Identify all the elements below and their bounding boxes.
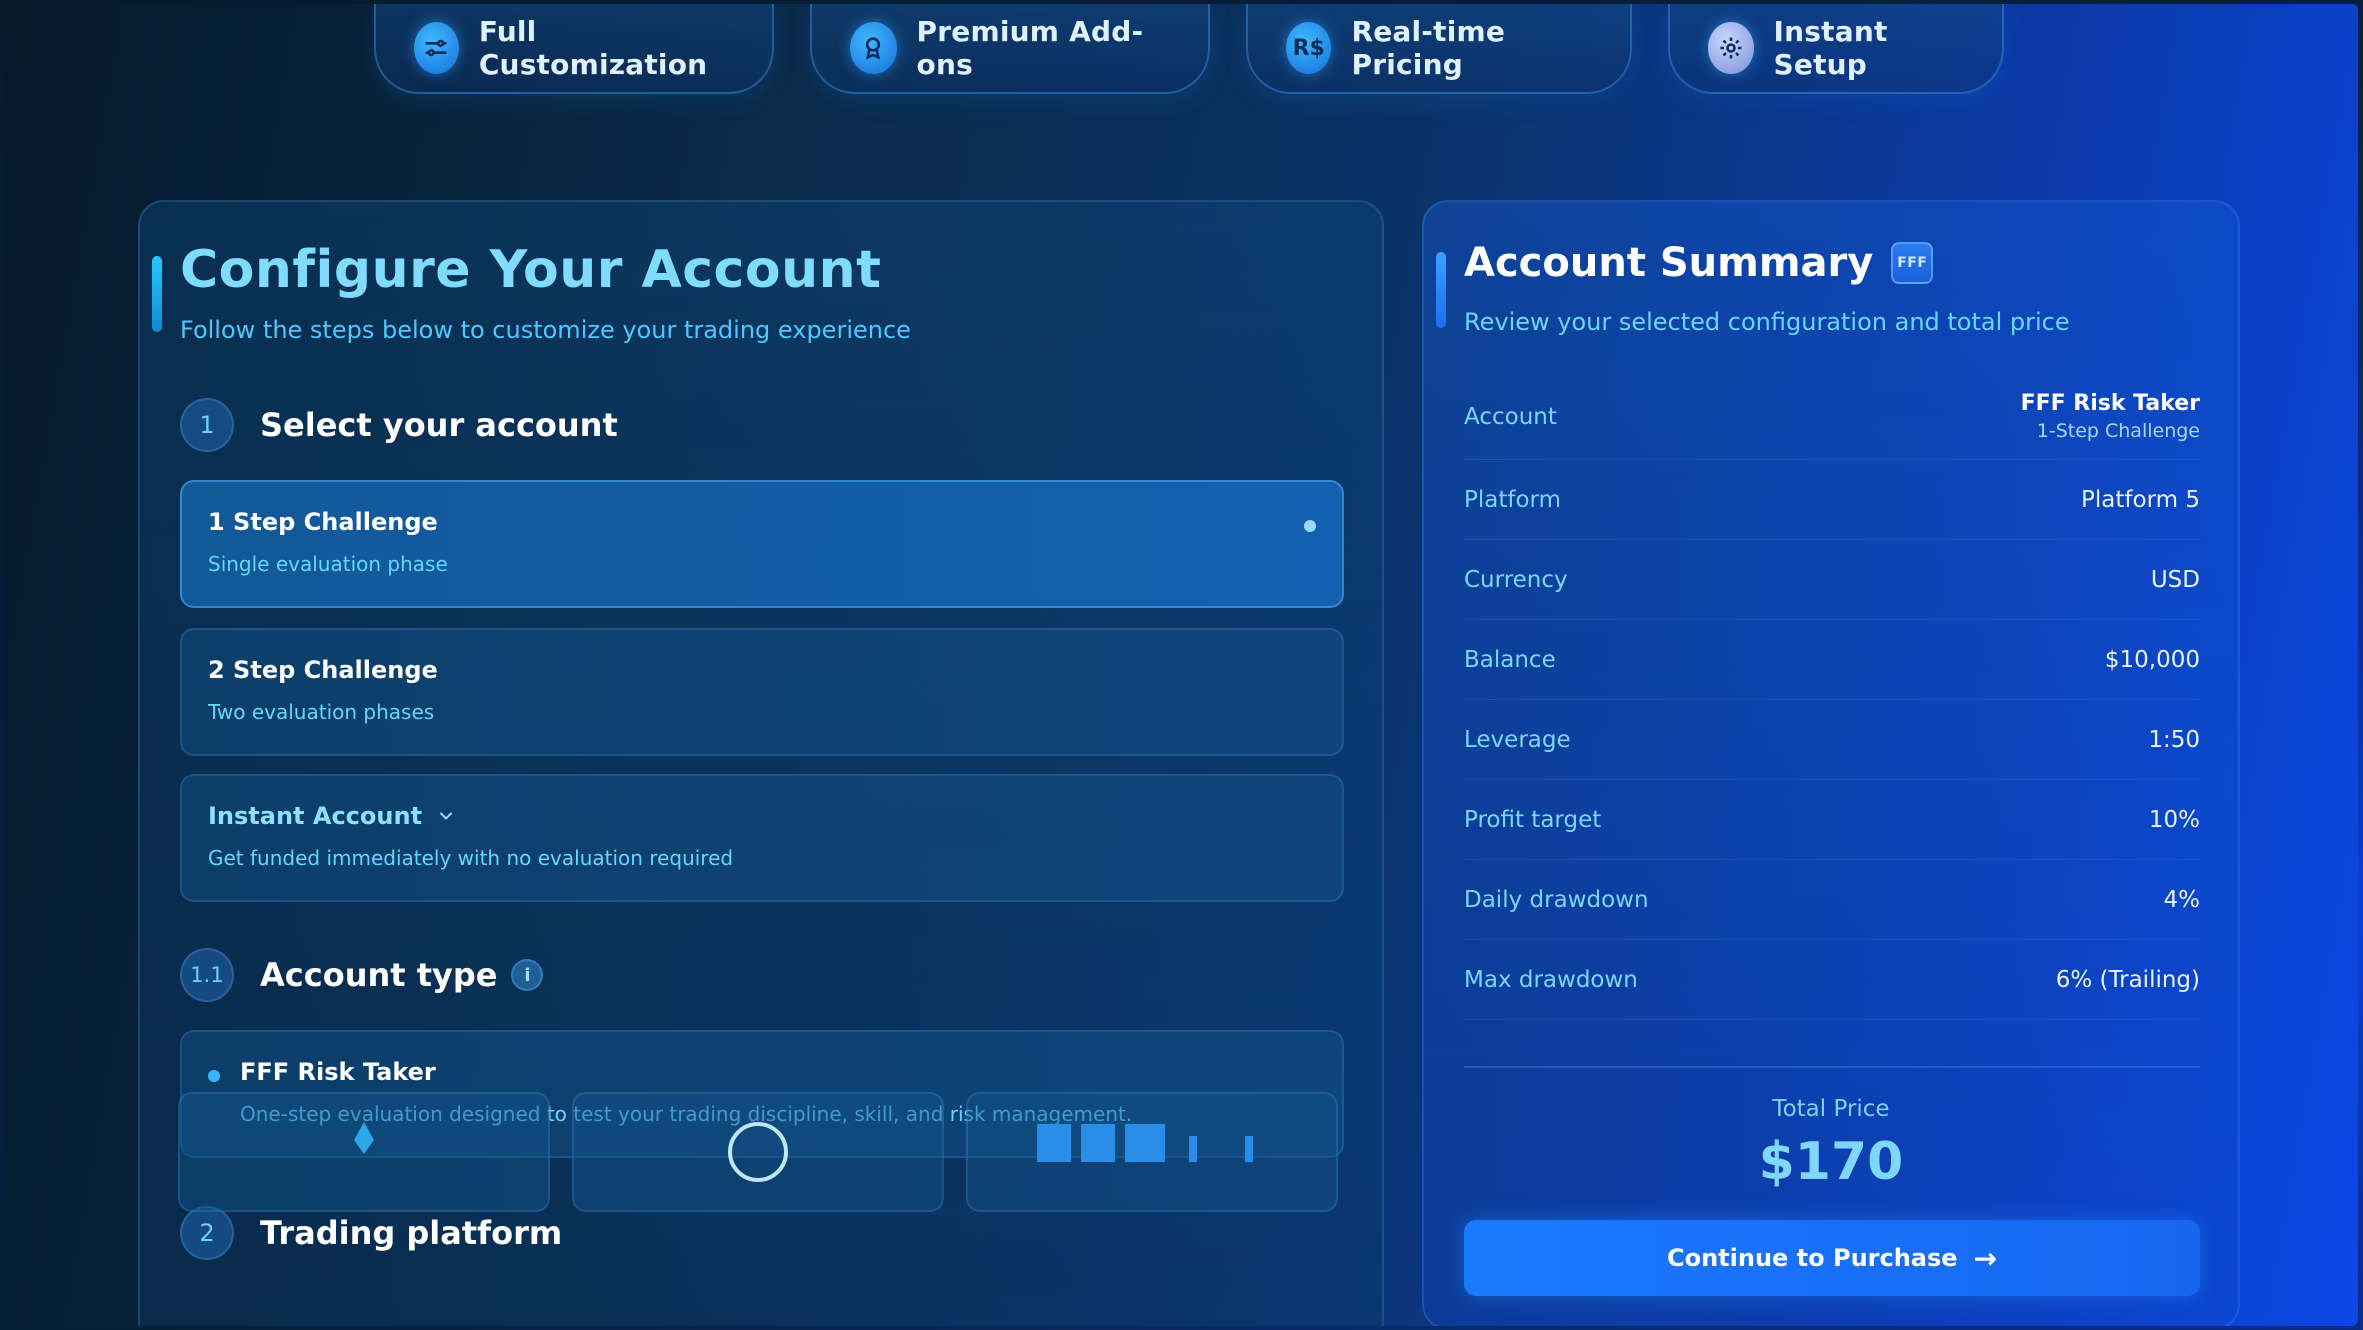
- row-value: 10%: [2148, 806, 2200, 833]
- sliders-icon: [414, 22, 459, 74]
- summary-divider: [1464, 1066, 2200, 1068]
- option-desc: Two evaluation phases: [208, 700, 435, 724]
- info-icon[interactable]: i: [511, 959, 544, 991]
- feature-label: Real-time Pricing: [1351, 15, 1506, 81]
- page-title: Configure Your Account: [180, 240, 882, 300]
- option-desc: Single evaluation phase: [208, 552, 448, 576]
- feature-label: Premium Add-ons: [916, 15, 1144, 81]
- summary-row-currency: Currency USD: [1464, 540, 2200, 620]
- account-option-instant[interactable]: Instant Account Get funded immediately w…: [180, 774, 1344, 902]
- chevron-down-icon[interactable]: [436, 806, 456, 826]
- option-title: 1 Step Challenge: [208, 508, 438, 536]
- row-value: $10,000: [2104, 646, 2200, 673]
- option-title: FFF Risk Taker: [240, 1058, 436, 1086]
- step-trading-platform: 2 Trading platform: [180, 1206, 562, 1260]
- button-label: Continue to Purchase: [1666, 1244, 1958, 1272]
- row-value: Platform 5: [2081, 486, 2200, 513]
- step-number: 1.1: [180, 948, 234, 1002]
- selected-indicator: [1304, 520, 1316, 532]
- summary-row-leverage: Leverage 1:50: [1464, 700, 2200, 780]
- brand-badge: FFF: [1891, 242, 1934, 284]
- step-label: Select your account: [260, 406, 618, 444]
- page-subtitle: Follow the steps below to customize your…: [180, 316, 911, 344]
- row-label: Account: [1464, 403, 1557, 430]
- summary-subtitle: Review your selected configuration and t…: [1464, 308, 2070, 336]
- summary-row-balance: Balance $10,000: [1464, 620, 2200, 700]
- option-title-text: Instant Account: [208, 802, 423, 830]
- feature-pill-customization: Full Customization: [374, 4, 774, 94]
- row-label: Platform: [1464, 486, 1561, 513]
- accent-bar: [1436, 252, 1446, 328]
- platform-option-3[interactable]: [966, 1092, 1338, 1212]
- platform-logo-icon: [1037, 1124, 1253, 1162]
- summary-row-account: Account FFF Risk Taker 1-Step Challenge: [1464, 374, 2200, 460]
- row-value: 4%: [2163, 886, 2201, 913]
- summary-row-daily-drawdown: Daily drawdown 4%: [1464, 860, 2200, 940]
- account-name: FFF Risk Taker: [2020, 391, 2200, 416]
- total-price-value: $170: [1758, 1132, 1904, 1192]
- row-label: Daily drawdown: [1464, 886, 1649, 913]
- summary-panel: Account Summary FFF Review your selected…: [1422, 200, 2240, 1326]
- platform-logo-icon: [728, 1122, 788, 1182]
- row-label: Max drawdown: [1464, 966, 1638, 993]
- step-select-account: 1 Select your account: [180, 398, 618, 452]
- row-label: Profit target: [1464, 806, 1602, 833]
- step-account-type: 1.1 Account type i: [180, 948, 544, 1002]
- row-value: 1:50: [2148, 726, 2200, 753]
- account-option-2-step[interactable]: 2 Step Challenge Two evaluation phases: [180, 628, 1344, 756]
- accent-bar: [152, 256, 162, 332]
- summary-row-max-drawdown: Max drawdown 6% (Trailing): [1464, 940, 2200, 1020]
- feature-pill-pricing: R$ Real-time Pricing: [1246, 4, 1632, 94]
- summary-title: Account Summary FFF: [1464, 240, 1934, 286]
- row-value: 6% (Trailing): [2055, 966, 2200, 993]
- continue-to-purchase-button[interactable]: Continue to Purchase →: [1464, 1220, 2200, 1296]
- currency-icon: R$: [1286, 22, 1332, 74]
- feature-pill-addons: Premium Add-ons: [810, 4, 1210, 94]
- gear-icon: [1708, 22, 1754, 74]
- row-value: USD: [2150, 566, 2200, 593]
- step-label: Trading platform: [260, 1214, 563, 1252]
- feature-label: Full Customization: [478, 15, 708, 81]
- feature-label: Instant Setup: [1773, 15, 1888, 81]
- account-plan: 1-Step Challenge: [2036, 420, 2200, 442]
- platform-logo-icon: [354, 1122, 374, 1154]
- feature-pill-setup: Instant Setup: [1668, 4, 2004, 94]
- summary-row-platform: Platform Platform 5: [1464, 460, 2200, 540]
- total-price-label: Total Price: [1772, 1096, 1890, 1122]
- summary-title-text: Account Summary: [1464, 240, 1874, 286]
- account-option-1-step[interactable]: 1 Step Challenge Single evaluation phase: [180, 480, 1344, 608]
- option-title: 2 Step Challenge: [208, 656, 438, 684]
- row-label: Balance: [1464, 646, 1556, 673]
- option-desc: Get funded immediately with no evaluatio…: [208, 846, 734, 870]
- step-number: 1: [180, 398, 234, 452]
- step-label: Account type: [260, 956, 498, 994]
- page-frame: Full Customization Premium Add-ons R$ Re…: [4, 4, 2358, 1326]
- platform-option-2[interactable]: [572, 1092, 944, 1212]
- step-number: 2: [180, 1206, 234, 1260]
- option-title: Instant Account: [208, 802, 456, 830]
- award-icon: [850, 22, 897, 74]
- bullet-dot: [208, 1070, 220, 1082]
- summary-row-profit-target: Profit target 10%: [1464, 780, 2200, 860]
- arrow-right-icon: →: [1973, 1241, 1998, 1275]
- row-label: Leverage: [1464, 726, 1571, 753]
- row-label: Currency: [1464, 566, 1568, 593]
- platform-option-1[interactable]: [178, 1092, 550, 1212]
- row-value: FFF Risk Taker 1-Step Challenge: [2021, 391, 2200, 442]
